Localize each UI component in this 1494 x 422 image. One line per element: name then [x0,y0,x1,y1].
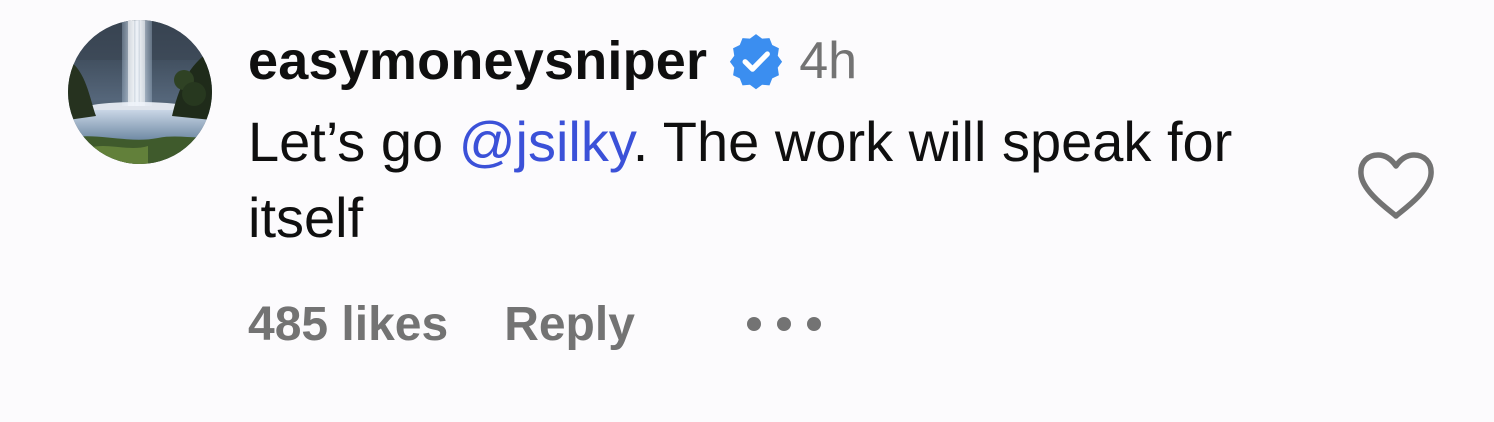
mention-link[interactable]: @jsilky [459,110,633,173]
more-options-icon[interactable] [746,292,821,356]
verified-badge-icon [727,32,785,90]
avatar-waterfall-image [68,20,212,164]
comment-actions: 485 likes Reply [248,292,821,356]
likes-count[interactable]: 485 likes [248,297,448,352]
more-dot [746,317,761,331]
reply-button[interactable]: Reply [504,297,635,352]
comment-timestamp: 4h [799,32,858,90]
more-dot [806,317,821,331]
username[interactable]: easymoneysniper [248,30,707,92]
avatar[interactable] [68,20,212,164]
comment: easymoneysniper 4h Let’s go @jsilky. The… [0,0,1494,422]
comment-text: Let’s go @jsilky. The work will speak fo… [248,104,1248,256]
comment-header: easymoneysniper 4h [248,26,857,96]
comment-text-start: Let’s go [248,110,459,173]
heart-outline-icon[interactable] [1356,150,1436,222]
more-dot [776,317,791,331]
